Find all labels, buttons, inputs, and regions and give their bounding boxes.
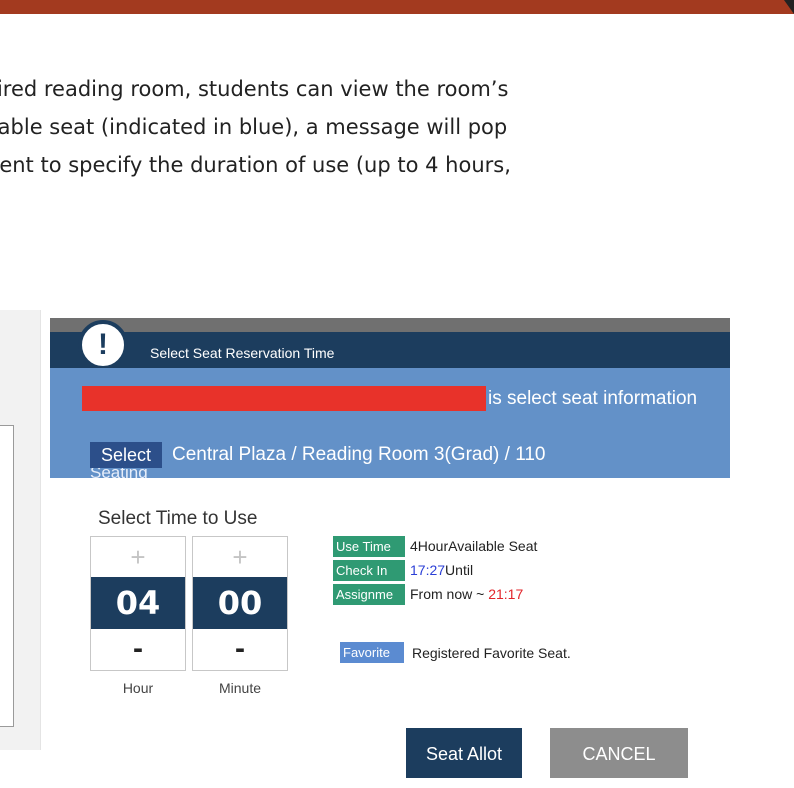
minute-decrement-button[interactable]: - — [193, 629, 287, 669]
hour-stepper: + 04 - — [90, 536, 186, 671]
left-panel-frame — [0, 425, 14, 727]
minute-value[interactable]: 00 — [193, 577, 287, 629]
hour-value[interactable]: 04 — [91, 577, 185, 629]
assignment-row: From now ~ 21:17 — [410, 584, 523, 605]
seating-label-cut: Seating — [90, 468, 148, 478]
dialog-title: Select Seat Reservation Time — [150, 345, 335, 361]
use-time-tag: Use Time — [333, 536, 405, 557]
minute-stepper: + 00 - — [192, 536, 288, 671]
check-in-row: 17:27Until — [410, 560, 473, 581]
minute-increment-button[interactable]: + — [193, 537, 287, 577]
assignment-tag: Assignme — [333, 584, 405, 605]
assignment-prefix: From now ~ — [410, 586, 489, 602]
seat-info-band: is select seat information Select Centra… — [50, 368, 730, 478]
favorite-text: Registered Favorite Seat. — [412, 645, 571, 661]
cancel-button[interactable]: CANCEL — [550, 728, 688, 778]
top-banner-bar — [0, 0, 794, 14]
check-in-until: Until — [445, 562, 474, 578]
use-time-text: 4HourAvailable Seat — [410, 538, 538, 554]
paragraph-line-2: ilable seat (indicated in blue), a messa… — [0, 115, 508, 139]
seat-location: Central Plaza / Reading Room 3(Grad) / 1… — [172, 444, 546, 465]
select-tag: Select — [90, 442, 162, 468]
paragraph-line-1: sired reading room, students can view th… — [0, 77, 509, 101]
check-in-time: 17:27 — [410, 562, 446, 578]
dialog-top-strip — [50, 318, 730, 332]
seat-allot-button[interactable]: Seat Allot — [406, 728, 522, 778]
check-in-tag: Check In — [333, 560, 405, 581]
top-banner-corner — [784, 0, 794, 14]
favorite-tag[interactable]: Favorite — [340, 642, 404, 663]
select-time-title: Select Time to Use — [98, 508, 258, 529]
hour-increment-button[interactable]: + — [91, 537, 185, 577]
paragraph-line-3: dent to specify the duration of use (up … — [0, 153, 511, 177]
assignment-end-time: 21:17 — [488, 586, 524, 602]
hour-label: Hour — [122, 680, 154, 696]
seat-reservation-dialog: Select Seat Reservation Time ! is select… — [50, 318, 740, 788]
hour-decrement-button[interactable]: - — [91, 629, 185, 669]
redacted-user-name — [82, 386, 486, 411]
alert-icon: ! — [78, 320, 128, 370]
minute-label: Minute — [218, 680, 262, 696]
seat-info-text: is select seat information — [488, 388, 698, 409]
